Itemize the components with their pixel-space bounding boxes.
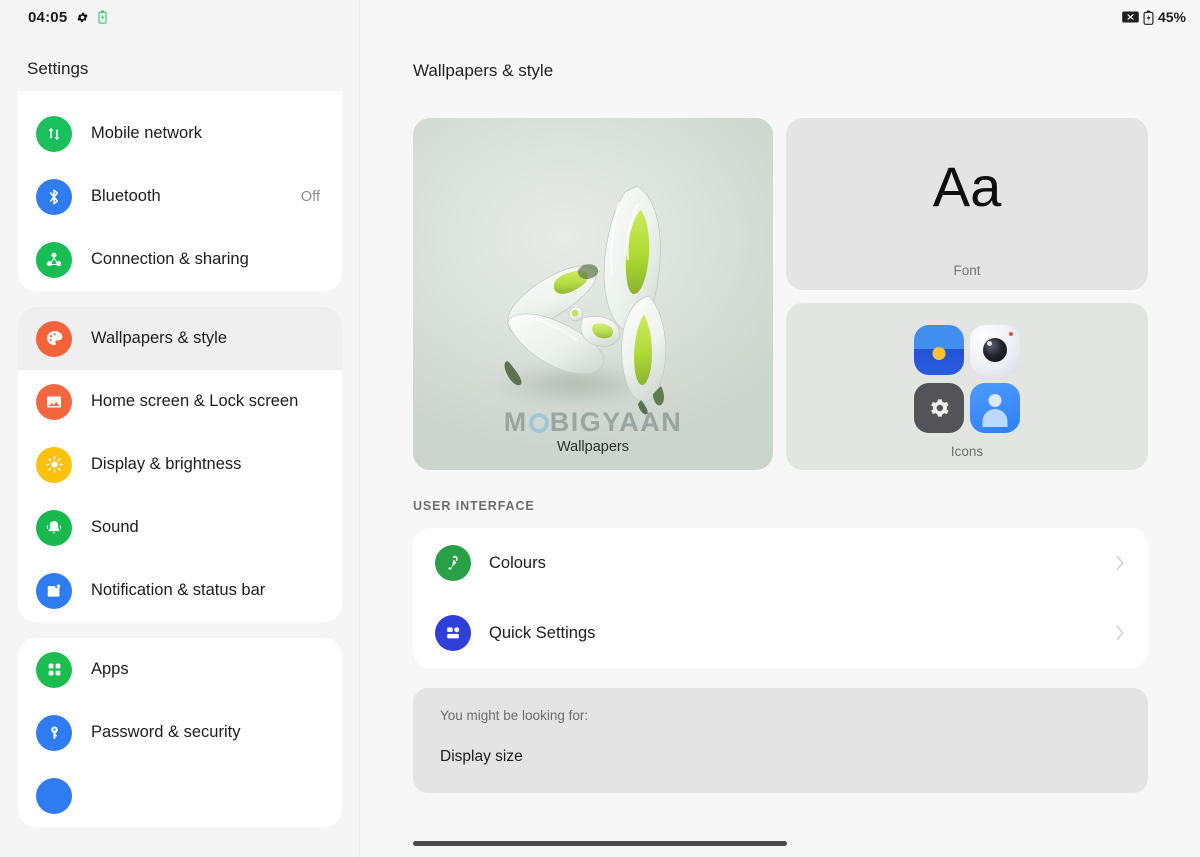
font-card-label: Font (953, 263, 981, 278)
row-quick-settings[interactable]: Quick Settings (413, 598, 1148, 668)
hint-caption: You might be looking for: (440, 708, 589, 723)
row-label: Quick Settings (489, 623, 596, 642)
wallpapers-preview-card[interactable]: M BIGYAAN Wallpapers (413, 118, 773, 470)
row-label: Colours (489, 553, 546, 572)
section-header-user-interface: USER INTERFACE (413, 499, 535, 513)
sidebar-item-label: Notification & status bar (91, 581, 266, 599)
sidebar-title: Settings (27, 59, 89, 78)
sidebar-item-label: Sound (91, 518, 139, 536)
sidebar-item-label: Home screen & Lock screen (91, 392, 299, 410)
page-title: Wallpapers & style (413, 61, 554, 80)
sidebar-item-partial[interactable] (18, 764, 342, 827)
weather-app-icon (914, 325, 964, 375)
main-panel: Wallpapers & style M BIGYAAN Wallpapers … (360, 0, 1200, 857)
watermark-prefix: M (503, 407, 528, 437)
you-might-be-looking-for-card: You might be looking for: Display size (413, 688, 1148, 793)
hint-item-display-size[interactable]: Display size (440, 748, 523, 766)
sidebar-item-label: Connection & sharing (91, 250, 249, 268)
gesture-navigation-bar[interactable] (413, 841, 787, 846)
watermark: M BIGYAAN (413, 407, 773, 438)
preview-cards-column: Aa Font Icons (786, 118, 1148, 470)
watermark-ring-icon (528, 413, 549, 433)
bell-icon (36, 509, 72, 546)
contacts-app-icon (970, 383, 1020, 433)
sidebar-scroll-list[interactable]: Wi-Fi Off Mobile network (0, 91, 359, 857)
sidebar-item-wifi[interactable]: Wi-Fi Off (18, 91, 342, 102)
quick-settings-tiles-icon (435, 615, 471, 651)
privacy-icon (36, 777, 72, 814)
camera-app-icon (970, 325, 1020, 375)
sidebar-item-label: Password & security (91, 723, 241, 741)
sidebar-item-password-security[interactable]: Password & security (18, 701, 342, 764)
sidebar-item-label: Apps (91, 660, 129, 678)
sidebar-item-sound[interactable]: Sound (18, 496, 342, 559)
sidebar-item-connection-sharing[interactable]: Connection & sharing (18, 228, 342, 291)
preview-cards-row: M BIGYAAN Wallpapers Aa Font Icons (413, 118, 1148, 470)
icons-preview-card[interactable]: Icons (786, 303, 1148, 470)
palette-icon (36, 320, 72, 357)
sidebar-group-personalization: Wallpapers & style Home screen & Lock sc… (18, 307, 342, 622)
sidebar-item-wallpapers-style[interactable]: Wallpapers & style (18, 307, 342, 370)
image-icon (36, 383, 72, 420)
icons-grid (786, 325, 1148, 433)
sidebar-item-label: Bluetooth (91, 187, 161, 205)
sidebar-item-label: Display & brightness (91, 455, 242, 473)
sidebar-item-label: Wallpapers & style (91, 329, 228, 347)
user-interface-card: Colours Quick Settings (413, 528, 1148, 668)
chevron-right-icon (1116, 625, 1124, 641)
icons-card-label: Icons (950, 444, 984, 459)
sidebar-item-bluetooth[interactable]: Bluetooth Off (18, 165, 342, 228)
connection-sharing-icon (36, 241, 72, 278)
sidebar-item-display-brightness[interactable]: Display & brightness (18, 433, 342, 496)
sidebar-item-notification-status-bar[interactable]: Notification & status bar (18, 559, 342, 622)
font-sample-text: Aa (932, 155, 1002, 218)
sidebar-item-label: Mobile network (91, 124, 202, 142)
settings-sidebar: Settings Wi-Fi Off (0, 0, 360, 857)
bluetooth-icon (36, 178, 72, 215)
mobile-network-icon (36, 115, 72, 152)
sidebar-group-connectivity: Wi-Fi Off Mobile network (18, 91, 342, 291)
apps-grid-icon (36, 651, 72, 688)
font-preview-card[interactable]: Aa Font (786, 118, 1148, 290)
brightness-icon (36, 446, 72, 483)
watermark-suffix: BIGYAAN (549, 407, 683, 437)
key-icon (36, 714, 72, 751)
paint-roller-icon (435, 545, 471, 581)
wallpapers-card-label: Wallpapers (557, 439, 629, 455)
sidebar-item-value: Off (300, 188, 320, 205)
settings-app-icon (914, 383, 964, 433)
sidebar-item-apps[interactable]: Apps (18, 638, 342, 701)
sidebar-item-home-lock-screen[interactable]: Home screen & Lock screen (18, 370, 342, 433)
notification-icon (36, 572, 72, 609)
row-colours[interactable]: Colours (413, 528, 1148, 598)
sidebar-item-mobile-network[interactable]: Mobile network (18, 102, 342, 165)
chevron-right-icon (1116, 555, 1124, 571)
settings-screen: 04:05 45% Settings Mobile network Blueto… (0, 0, 1200, 857)
sidebar-group-system: Apps Password & security (18, 638, 342, 827)
